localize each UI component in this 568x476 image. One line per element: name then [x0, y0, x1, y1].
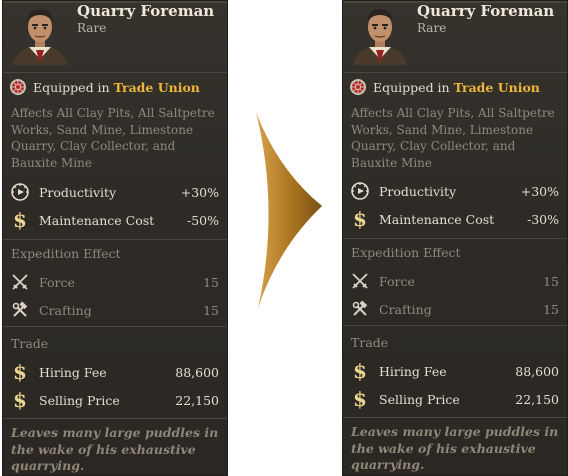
stat-label: Maintenance Cost	[39, 212, 155, 228]
force-row: Force 15	[9, 271, 219, 293]
equipped-prefix: Equipped in	[373, 79, 450, 95]
svg-text:$: $	[13, 389, 27, 411]
stat-label: Productivity	[39, 184, 117, 200]
character-name: Quarry Foreman	[77, 2, 215, 20]
affects-description: Affects All Clay Pits, All Saltpetre Wor…	[11, 106, 215, 170]
stat-value: 22,150	[175, 392, 219, 408]
selling-price-row: $ Selling Price 22,150	[349, 388, 559, 410]
equipped-building: Trade Union	[113, 79, 200, 95]
force-row: Force 15	[349, 270, 559, 292]
hiring-fee-row: $ Hiring Fee 88,600	[9, 361, 219, 383]
stat-value: -30%	[526, 211, 559, 227]
stat-label: Hiring Fee	[379, 363, 447, 379]
divider	[3, 326, 227, 327]
crafting-row: Crafting 15	[349, 298, 559, 320]
stat-value: 15	[203, 302, 219, 318]
stat-label: Crafting	[39, 302, 92, 318]
stat-value: 15	[543, 273, 559, 289]
stat-label: Productivity	[379, 183, 457, 199]
trade-section-title: Trade	[11, 336, 49, 351]
stat-value: 22,150	[515, 391, 559, 407]
equipped-prefix: Equipped in	[33, 79, 110, 95]
svg-text:$: $	[13, 361, 27, 383]
stat-label: Force	[39, 274, 75, 290]
hiring-fee-row: $ Hiring Fee 88,600	[349, 360, 559, 382]
stat-value: 15	[203, 274, 219, 290]
svg-text:$: $	[353, 360, 367, 382]
dollar-icon: $	[9, 209, 31, 231]
rarity-label: Rare	[77, 21, 107, 35]
equipped-in-row: Equipped in Trade Union	[349, 77, 540, 97]
divider	[343, 72, 567, 73]
dollar-icon: $	[349, 360, 371, 382]
flavor-text: Leaves many large puddles in the wake of…	[11, 425, 219, 473]
stat-value: 88,600	[175, 364, 219, 380]
stat-value: 88,600	[515, 363, 559, 379]
foreman-portrait	[353, 9, 407, 65]
hammer-wrench-icon	[349, 298, 371, 320]
crossed-swords-icon	[349, 270, 371, 292]
stat-value: -50%	[186, 212, 219, 228]
productivity-gauge-icon	[349, 180, 371, 202]
equipped-building: Trade Union	[453, 79, 540, 95]
rarity-label: Rare	[417, 21, 447, 35]
selling-price-row: $ Selling Price 22,150	[9, 389, 219, 411]
flavor-text: Leaves many large puddles in the wake of…	[351, 424, 559, 472]
trade-section-title: Trade	[351, 335, 389, 350]
divider	[343, 238, 567, 239]
dollar-icon: $	[349, 208, 371, 230]
stat-value: +30%	[520, 183, 559, 199]
foreman-portrait	[13, 9, 67, 65]
dollar-icon: $	[9, 389, 31, 411]
productivity-gauge-icon	[9, 181, 31, 203]
svg-text:$: $	[353, 208, 367, 230]
expedition-section-title: Expedition Effect	[351, 245, 461, 260]
trade-union-icon	[350, 79, 366, 95]
stat-value: +30%	[180, 184, 219, 200]
crossed-swords-icon	[9, 271, 31, 293]
svg-text:$: $	[353, 388, 367, 410]
hammer-wrench-icon	[9, 299, 31, 321]
stat-label: Selling Price	[39, 392, 120, 408]
stat-label: Crafting	[379, 301, 432, 317]
divider	[3, 72, 227, 73]
productivity-row: Productivity +30%	[349, 180, 559, 202]
expedition-section-title: Expedition Effect	[11, 246, 121, 261]
stat-label: Force	[379, 273, 415, 289]
character-name: Quarry Foreman	[417, 2, 555, 20]
productivity-row: Productivity +30%	[9, 181, 219, 203]
divider	[343, 325, 567, 326]
divider	[343, 417, 567, 418]
divider	[3, 418, 227, 419]
dollar-icon: $	[349, 388, 371, 410]
dollar-icon: $	[9, 361, 31, 383]
item-tooltip-after: Quarry Foreman Rare Equipped in Trade Un…	[342, 0, 568, 476]
crafting-row: Crafting 15	[9, 299, 219, 321]
right-arrow-icon	[256, 112, 322, 308]
svg-text:$: $	[13, 209, 27, 231]
stat-label: Selling Price	[379, 391, 460, 407]
item-tooltip-before: Quarry Foreman Rare Equipped in Trade Un…	[2, 0, 228, 476]
maintenance-row: $ Maintenance Cost -50%	[9, 209, 219, 231]
affects-description: Affects All Clay Pits, All Saltpetre Wor…	[351, 106, 555, 170]
stat-label: Maintenance Cost	[379, 211, 495, 227]
stat-label: Hiring Fee	[39, 364, 107, 380]
equipped-in-row: Equipped in Trade Union	[9, 77, 200, 97]
divider	[3, 239, 227, 240]
stat-value: 15	[543, 301, 559, 317]
maintenance-row: $ Maintenance Cost -30%	[349, 208, 559, 230]
trade-union-icon	[10, 79, 26, 95]
